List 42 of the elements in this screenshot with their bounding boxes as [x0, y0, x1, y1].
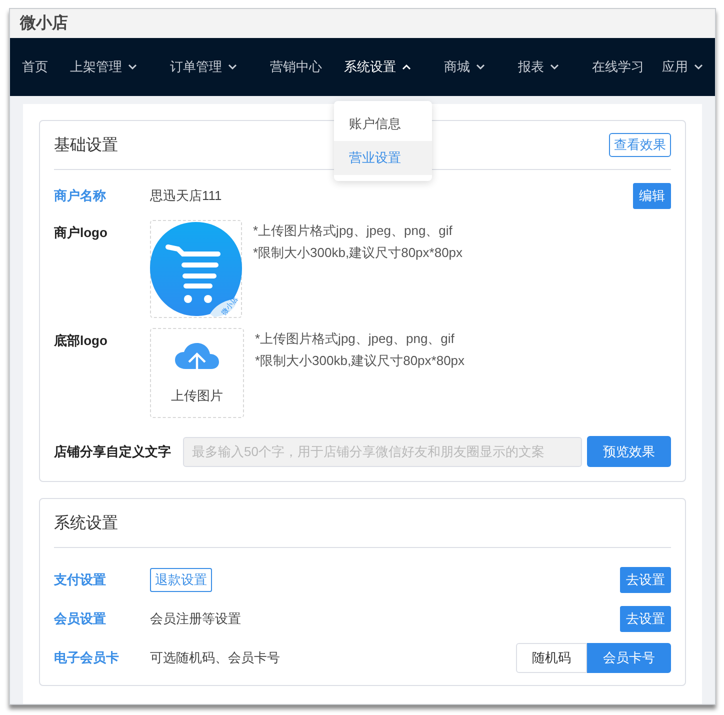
nav-item[interactable]: 营销中心 — [270, 58, 322, 76]
nav-item[interactable]: 在线学习 — [592, 58, 644, 76]
field-label: 电子会员卡 — [54, 648, 120, 666]
field-value: 会员注册等设置 — [150, 610, 242, 628]
field-value: 可选随机码、会员卡号 — [150, 648, 281, 666]
toggle-option[interactable]: 会员卡号 — [587, 642, 671, 672]
field-label: 底部logo — [54, 332, 108, 350]
field-label: 支付设置 — [54, 570, 107, 588]
hint-text: *限制大小300kb,建议尺寸80px*80px — [253, 244, 463, 262]
caret-icon — [402, 64, 411, 70]
go-settings-button[interactable]: 去设置 — [620, 566, 671, 592]
nav-item[interactable]: 系统设置 — [344, 58, 411, 76]
field-label: 店铺分享自定义文字 — [54, 442, 171, 460]
nav-item[interactable]: 商城 — [444, 58, 485, 76]
hint-text: *上传图片格式jpg、jpeg、png、gif — [255, 330, 456, 348]
field-label: 商户logo — [54, 224, 108, 242]
section-title: 基础设置 — [54, 136, 118, 156]
edit-button[interactable]: 编辑 — [633, 183, 671, 209]
preview-button[interactable]: 预览效果 — [587, 436, 671, 467]
nav-item[interactable]: 报表 — [518, 58, 559, 76]
caret-icon — [228, 64, 237, 70]
go-settings-button[interactable]: 去设置 — [620, 606, 671, 632]
upload-text: 上传图片 — [171, 387, 223, 405]
field-value: 思迅天店111 — [150, 187, 223, 205]
image-uploader[interactable]: 上传图片 — [150, 328, 244, 418]
hint-text: *限制大小300kb,建议尺寸80px*80px — [255, 352, 465, 370]
nav-item[interactable]: 订单管理 — [170, 58, 237, 76]
hint-text: *上传图片格式jpg、jpeg、png、gif — [253, 222, 454, 240]
cart-logo-icon — [150, 220, 242, 318]
field-label: 商户名称 — [54, 187, 107, 205]
caret-icon — [694, 64, 703, 70]
caret-icon — [550, 64, 559, 70]
caret-icon — [476, 64, 485, 70]
window-title: 微小店 — [20, 13, 68, 34]
nav-item[interactable]: 上架管理 — [70, 58, 137, 76]
section-title: 系统设置 — [54, 514, 118, 534]
field-label: 会员设置 — [54, 610, 107, 628]
caret-icon — [128, 64, 137, 70]
toggle-option[interactable]: 随机码 — [516, 642, 587, 672]
menu-item[interactable]: 账户信息 — [334, 107, 432, 141]
nav-item[interactable]: 首页 — [22, 58, 48, 76]
nav-item[interactable]: 应用 — [662, 58, 703, 76]
